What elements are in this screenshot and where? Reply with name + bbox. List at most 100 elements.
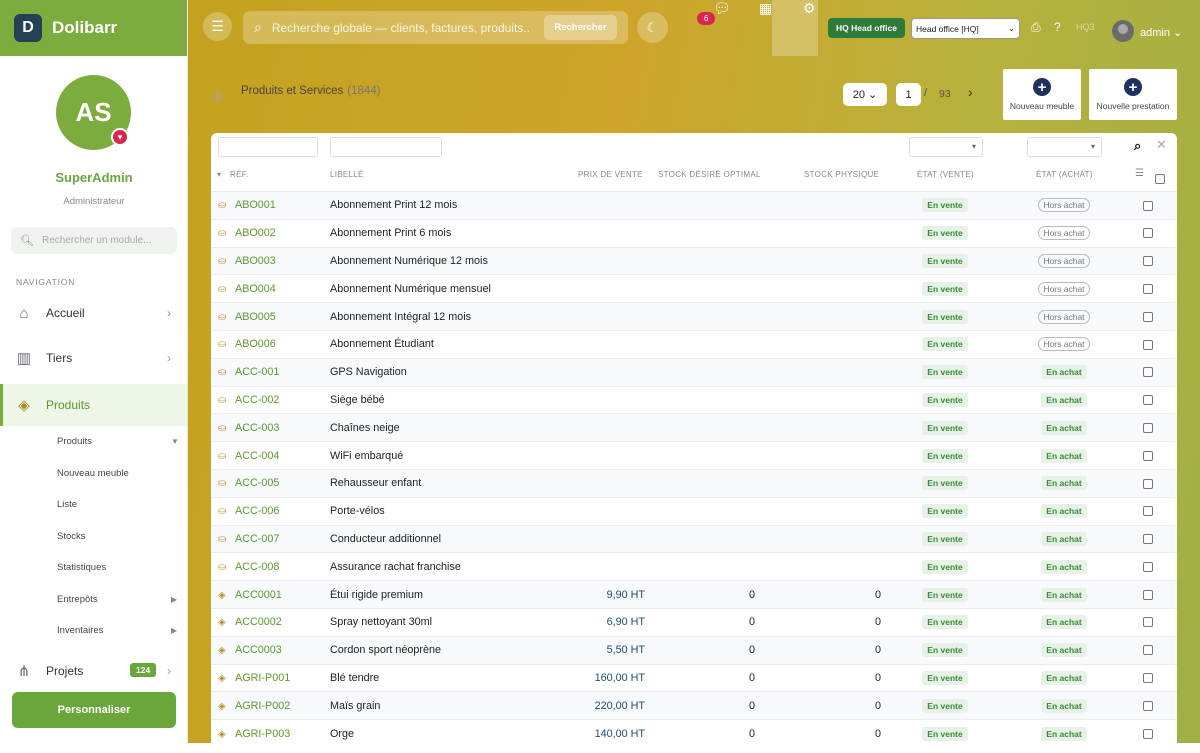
sidebar-item-produits[interactable]: ◈ Produits [0, 384, 187, 426]
product-ref-link[interactable]: AGRI-P002 [235, 700, 290, 712]
clear-filter-icon[interactable]: ✕ [1156, 137, 1167, 153]
entity-select[interactable]: Head office [HQ] ⌄ [911, 18, 1020, 39]
table-row[interactable]: ⛀ ACC-001 GPS Navigation En vente En achat [211, 358, 1177, 387]
brand-bar[interactable]: D Dolibarr [0, 0, 187, 56]
row-checkbox[interactable] [1143, 506, 1153, 517]
global-search-input[interactable]: ⌕ Recherche globale — clients, factures,… [243, 11, 628, 44]
per-page-select[interactable]: 20 ⌄ [843, 83, 887, 106]
product-ref-link[interactable]: ABO003 [235, 255, 276, 267]
row-checkbox[interactable] [1143, 339, 1153, 350]
sidebar-item-tiers[interactable]: ▥ Tiers › [0, 337, 187, 379]
table-row[interactable]: ⛀ ACC-007 Conducteur additionnel En vente En… [211, 525, 1177, 553]
admin-menu[interactable]: admin ⌄ [1140, 26, 1182, 39]
messages-icon[interactable]: 💬︎ [713, 0, 731, 17]
caret-down-icon[interactable]: ▼ [171, 437, 179, 446]
product-ref-link[interactable]: ACC0003 [235, 644, 282, 656]
personalize-button[interactable]: Personnaliser [12, 692, 176, 728]
table-row[interactable]: ◈ ACC0001 Étui rigide premium 9,90 HT 0 0 En v… [211, 580, 1177, 609]
row-checkbox[interactable] [1143, 228, 1153, 239]
product-ref-link[interactable]: ABO006 [235, 338, 276, 350]
chevron-down-icon[interactable]: ▾ [111, 128, 129, 146]
row-checkbox[interactable] [1143, 728, 1153, 739]
table-row[interactable]: ◈ ACC0003 Cordon sport néoprène 5,50 HT 0 0 En… [211, 636, 1177, 665]
column-header-etat-achat[interactable]: ÉTAT (ACHAT) [1036, 170, 1093, 179]
table-row[interactable]: ⛀ ABO006 Abonnement Étudiant En vente Hors a… [211, 330, 1177, 358]
gear-icon[interactable]: ⚙ [803, 0, 816, 17]
subitem-statistiques[interactable]: Statistiques [57, 562, 106, 573]
table-row[interactable]: ⛀ ABO003 Abonnement Numérique 12 mois En ve… [211, 247, 1177, 275]
new-meuble-button[interactable]: + Nouveau meuble [1003, 69, 1081, 120]
table-row[interactable]: ⛀ ABO005 Abonnement Intégral 12 mois En ven… [211, 302, 1177, 331]
row-checkbox[interactable] [1143, 617, 1153, 628]
table-row[interactable]: ◈ ACC0002 Spray nettoyant 30ml 6,90 HT 0 0 En … [211, 608, 1177, 636]
product-ref-link[interactable]: ACC-004 [235, 450, 279, 462]
subitem-stocks[interactable]: Stocks [57, 531, 86, 542]
table-row[interactable]: ⛀ ACC-002 Siège bébé En vente En achat [211, 386, 1177, 414]
column-header-stock-physique[interactable]: STOCK PHYSIQUE [804, 170, 879, 179]
product-ref-link[interactable]: AGRI-P003 [235, 728, 290, 740]
product-ref-link[interactable]: ACC-006 [235, 505, 279, 517]
filter-etat-achat-select[interactable]: ▾ [1027, 137, 1102, 157]
column-header-libelle[interactable]: LIBELLÉ [330, 170, 364, 179]
row-checkbox[interactable] [1143, 673, 1153, 684]
table-row[interactable]: ⛀ ACC-005 Rehausseur enfant En vente En acha… [211, 469, 1177, 498]
filter-ref-input[interactable] [218, 137, 318, 157]
product-ref-link[interactable]: ABO002 [235, 227, 276, 239]
filter-etat-vente-select[interactable]: ▾ [909, 137, 983, 157]
product-ref-link[interactable]: ACC-001 [235, 366, 279, 378]
row-checkbox[interactable] [1143, 311, 1153, 322]
caret-right-icon[interactable]: ▶ [171, 595, 177, 604]
row-checkbox[interactable] [1143, 561, 1153, 572]
product-ref-link[interactable]: ABO005 [235, 311, 276, 323]
product-ref-link[interactable]: ACC-002 [235, 394, 279, 406]
row-checkbox[interactable] [1143, 367, 1153, 378]
row-checkbox[interactable] [1143, 589, 1153, 600]
sidebar-item-accueil[interactable]: ⌂ Accueil › [0, 292, 187, 334]
table-row[interactable]: ⛀ ABO004 Abonnement Numérique mensuel En ve… [211, 274, 1177, 303]
sort-desc-icon[interactable]: ▾ [217, 170, 221, 179]
product-ref-link[interactable]: ACC-007 [235, 533, 279, 545]
table-row[interactable]: ◈ AGRI-P002 Maïs grain 220,00 HT 0 0 En vente E… [211, 691, 1177, 720]
caret-right-icon[interactable]: ▶ [171, 626, 177, 635]
global-search-button[interactable]: Rechercher [544, 15, 617, 40]
hq-badge[interactable]: HQ Head office [828, 18, 905, 38]
menu-toggle-icon[interactable]: ☰ [203, 12, 232, 41]
column-header-stock-desire[interactable]: STOCK DÉSIRÉ OPTIMAL [658, 170, 761, 179]
product-ref-link[interactable]: ACC0001 [235, 589, 282, 601]
table-row[interactable]: ⛀ ACC-003 Chaînes neige En vente En achat [211, 413, 1177, 442]
row-checkbox[interactable] [1143, 422, 1153, 433]
module-search-input[interactable]: 🔍︎ Rechercher un module... [11, 227, 177, 254]
admin-avatar[interactable] [1112, 20, 1134, 42]
print-icon[interactable]: ⎙ [1031, 20, 1041, 35]
subitem-liste[interactable]: Liste [57, 499, 77, 510]
product-ref-link[interactable]: ABO004 [235, 283, 276, 295]
row-checkbox[interactable] [1143, 256, 1153, 267]
filter-libelle-input[interactable] [330, 137, 442, 157]
select-all-checkbox[interactable] [1155, 170, 1165, 188]
product-ref-link[interactable]: ACC0002 [235, 616, 282, 628]
subitem-produits[interactable]: Produits [57, 436, 92, 447]
row-checkbox[interactable] [1143, 395, 1153, 406]
table-row[interactable]: ⛀ ABO001 Abonnement Print 12 mois En vente H… [211, 191, 1177, 220]
product-ref-link[interactable]: ACC-008 [235, 561, 279, 573]
subitem-inventaires[interactable]: Inventaires [57, 625, 103, 636]
table-row[interactable]: ◈ AGRI-P001 Blé tendre 160,00 HT 0 0 En vente E… [211, 664, 1177, 692]
next-page-icon[interactable]: › [968, 84, 973, 100]
subitem-nouveau-meuble[interactable]: Nouveau meuble [57, 468, 129, 479]
table-row[interactable]: ⛀ ACC-004 WiFi embarqué En vente En achat [211, 441, 1177, 470]
product-ref-link[interactable]: AGRI-P001 [235, 672, 290, 684]
row-checkbox[interactable] [1143, 534, 1153, 545]
search-icon[interactable]: ⌕ [1134, 138, 1141, 154]
table-row[interactable]: ⛀ ACC-006 Porte-vélos En vente En achat [211, 497, 1177, 525]
row-checkbox[interactable] [1143, 645, 1153, 656]
column-header-ref[interactable]: RÉF. [230, 170, 249, 179]
sidebar-item-projets[interactable]: ⋔ Projets › [0, 650, 187, 692]
row-checkbox[interactable] [1143, 200, 1153, 211]
table-row[interactable]: ⛀ ACC-008 Assurance rachat franchise En ven… [211, 552, 1177, 581]
column-header-etat-vente[interactable]: ÉTAT (VENTE) [917, 170, 974, 179]
column-header-prix[interactable]: PRIX DE VENTE [578, 170, 643, 179]
product-ref-link[interactable]: ACC-003 [235, 422, 279, 434]
table-row[interactable]: ◈ AGRI-P003 Orge 140,00 HT 0 0 En vente En acha… [211, 719, 1177, 748]
subitem-entrepots[interactable]: Entrepôts [57, 594, 98, 605]
product-ref-link[interactable]: ACC-005 [235, 477, 279, 489]
